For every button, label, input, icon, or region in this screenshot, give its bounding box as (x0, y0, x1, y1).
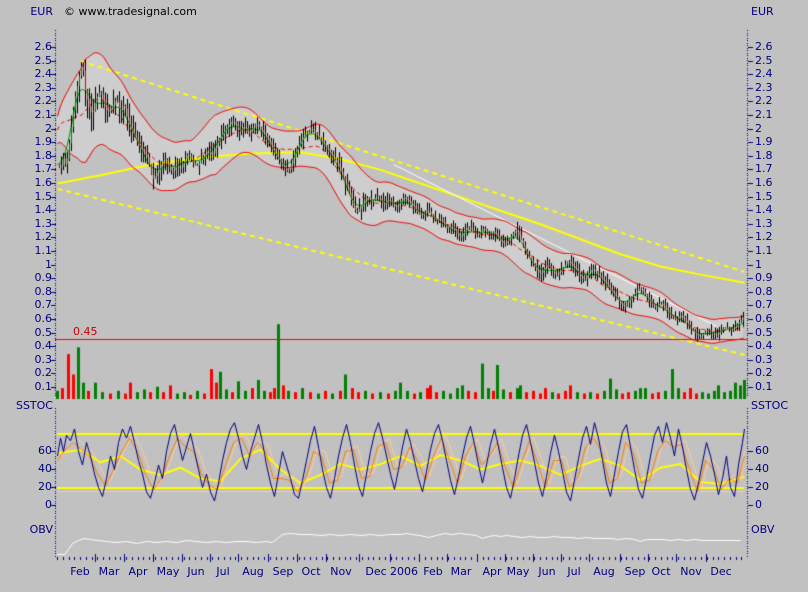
month-label: Oct (651, 565, 670, 578)
month-label: Apr (482, 565, 501, 578)
month-label: Dec (365, 565, 386, 578)
price-tick-label: 1.8 (0, 150, 52, 162)
month-label: Nov (330, 565, 351, 578)
price-tick-label: 0.5 (0, 327, 52, 339)
price-tick-label: 1.6 (0, 177, 52, 189)
price-tick-label: 1.4 (755, 204, 773, 216)
chart-canvas[interactable] (0, 0, 808, 592)
sstoc-tick-label: 40 (755, 463, 769, 475)
sstoc-panel-label-right: SSTOC (751, 400, 788, 412)
month-label: Nov (680, 565, 701, 578)
month-label: Aug (593, 565, 614, 578)
price-tick-label: 2.1 (755, 109, 773, 121)
price-tick-label: 2.5 (0, 55, 52, 67)
price-tick-label: 1 (755, 259, 762, 271)
sstoc-tick-label: 0 (755, 499, 762, 511)
price-tick-label: 1.2 (755, 231, 773, 243)
sstoc-tick-label: 60 (0, 445, 52, 457)
sstoc-panel-label-left: SSTOC (0, 400, 53, 412)
price-tick-label: 1.1 (0, 245, 52, 257)
price-tick-label: 0.3 (0, 354, 52, 366)
price-tick-label: 0.8 (0, 286, 52, 298)
sstoc-tick-label: 60 (755, 445, 769, 457)
price-tick-label: 0.2 (0, 367, 52, 379)
price-tick-label: 0.6 (755, 313, 773, 325)
price-tick-label: 0.6 (0, 313, 52, 325)
month-label: Sep (625, 565, 646, 578)
price-tick-label: 0.3 (755, 354, 773, 366)
obv-panel-label-left: OBV (0, 524, 53, 536)
price-tick-label: 1.9 (0, 136, 52, 148)
month-label: Jun (187, 565, 204, 578)
support-line-label: 0.45 (73, 326, 98, 338)
sstoc-tick-label: 20 (0, 481, 52, 493)
price-tick-label: 1.6 (755, 177, 773, 189)
price-tick-label: 1.2 (0, 231, 52, 243)
sstoc-tick-label: 40 (0, 463, 52, 475)
price-tick-label: 2 (755, 123, 762, 135)
month-label: Aug (242, 565, 263, 578)
price-tick-label: 0.9 (0, 272, 52, 284)
month-label: May (157, 565, 180, 578)
month-label: Mar (451, 565, 472, 578)
price-tick-label: 0.5 (755, 327, 773, 339)
price-tick-label: 0.1 (0, 381, 52, 393)
month-label: Oct (301, 565, 320, 578)
month-label: Apr (128, 565, 147, 578)
price-tick-label: 2.1 (0, 109, 52, 121)
price-tick-label: 2.4 (0, 68, 52, 80)
price-tick-label: 1.9 (755, 136, 773, 148)
price-tick-label: 2.4 (755, 68, 773, 80)
price-tick-label: 0.9 (755, 272, 773, 284)
price-tick-label: 0.7 (0, 299, 52, 311)
sstoc-tick-label: 0 (0, 499, 52, 511)
price-tick-label: 1.8 (755, 150, 773, 162)
price-tick-label: 1.7 (755, 163, 773, 175)
price-tick-label: 2.2 (755, 95, 773, 107)
price-tick-label: 1.4 (0, 204, 52, 216)
month-label: 2006 (390, 565, 418, 578)
price-tick-label: 0.4 (755, 340, 773, 352)
obv-panel-label-right: OBV (751, 524, 774, 536)
price-tick-label: 2.3 (0, 82, 52, 94)
month-label: Jun (538, 565, 555, 578)
price-tick-label: 2 (0, 123, 52, 135)
month-label: Jul (216, 565, 229, 578)
copyright-label: © www.tradesignal.com (64, 6, 197, 18)
price-tick-label: 2.3 (755, 82, 773, 94)
month-label: Mar (99, 565, 120, 578)
price-tick-label: 2.2 (0, 95, 52, 107)
month-label: May (507, 565, 530, 578)
price-tick-label: 2.6 (755, 41, 773, 53)
price-tick-label: 1.5 (0, 191, 52, 203)
price-tick-label: 1.3 (0, 218, 52, 230)
unit-label-left: EUR (0, 6, 53, 18)
price-tick-label: 1.1 (755, 245, 773, 257)
price-tick-label: 1.7 (0, 163, 52, 175)
price-tick-label: 1.5 (755, 191, 773, 203)
unit-label-right: EUR (751, 6, 774, 18)
price-tick-label: 0.8 (755, 286, 773, 298)
price-tick-label: 0.7 (755, 299, 773, 311)
month-label: Feb (423, 565, 442, 578)
price-tick-label: 2.6 (0, 41, 52, 53)
price-tick-label: 1 (0, 259, 52, 271)
month-label: Dec (710, 565, 731, 578)
month-label: Jul (567, 565, 580, 578)
sstoc-tick-label: 20 (755, 481, 769, 493)
price-tick-label: 0.4 (0, 340, 52, 352)
price-tick-label: 2.5 (755, 55, 773, 67)
price-tick-label: 0.2 (755, 367, 773, 379)
month-label: Sep (273, 565, 294, 578)
price-tick-label: 0.1 (755, 381, 773, 393)
price-tick-label: 1.3 (755, 218, 773, 230)
month-label: Feb (70, 565, 89, 578)
chart-window: EUR © www.tradesignal.com EUR SSTOC SSTO… (0, 0, 808, 592)
